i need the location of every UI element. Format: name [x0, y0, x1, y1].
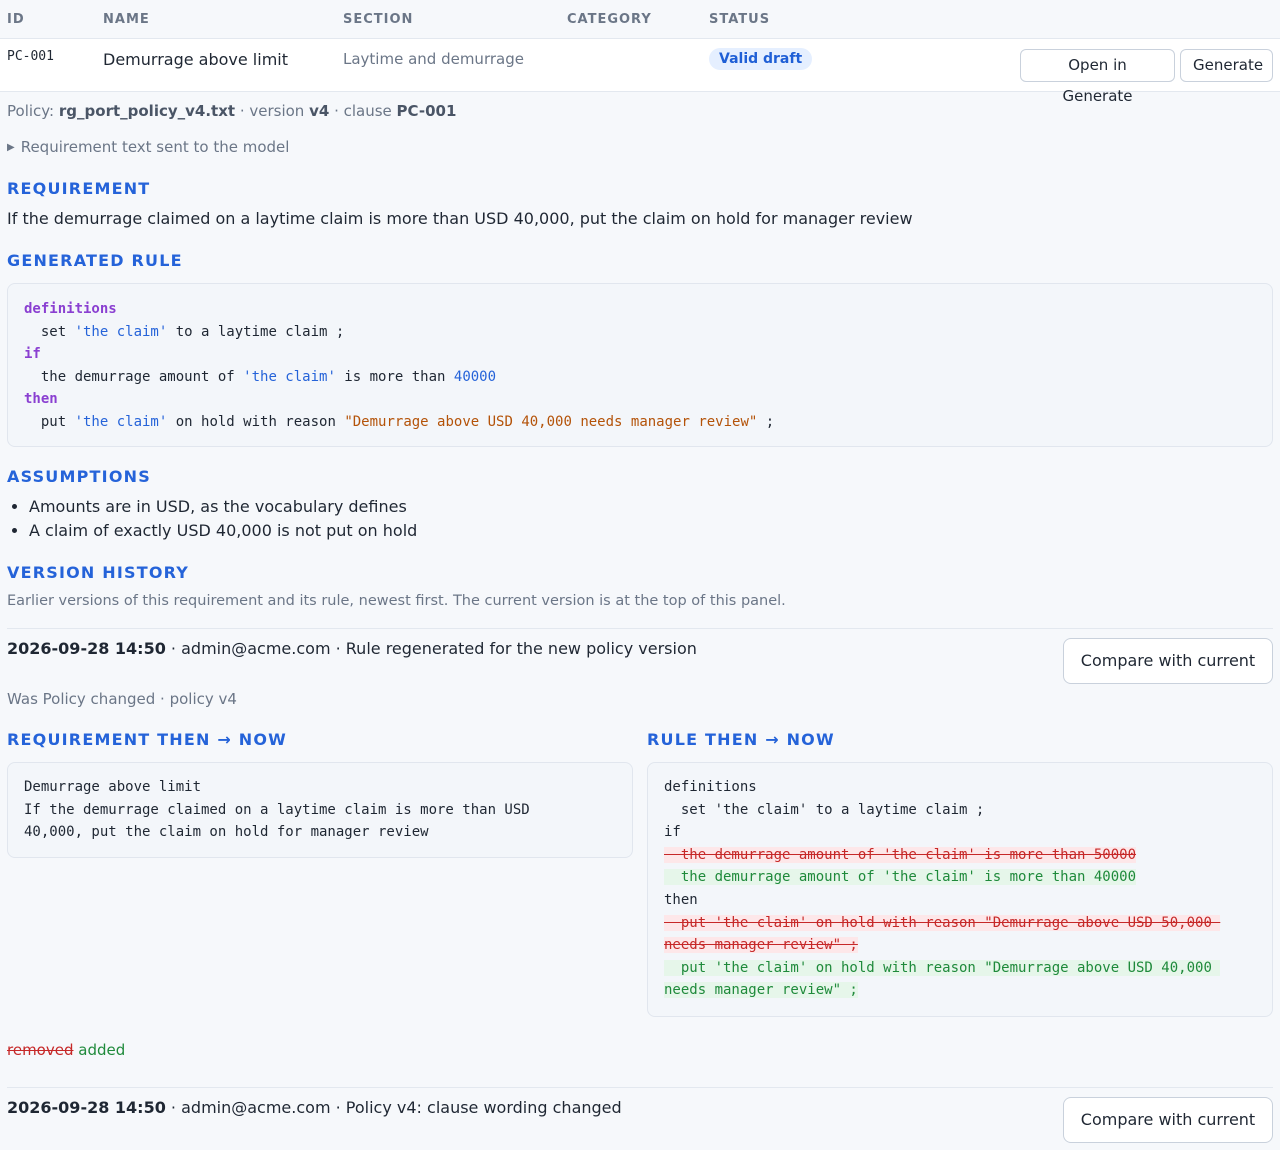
compare-with-current-button[interactable]: Compare with current — [1063, 638, 1273, 684]
policy-file: rg_port_policy_v4.txt — [58, 102, 236, 120]
header-category: CATEGORY — [567, 11, 652, 27]
row-name: Demurrage above limit — [103, 50, 288, 69]
diff-legend: removed added — [7, 1041, 125, 1059]
code-string: 'the claim' — [243, 368, 336, 385]
header-id: ID — [7, 11, 25, 27]
generate-button[interactable]: Generate — [1180, 49, 1273, 82]
assumptions-list: Amounts are in USD, as the vocabulary de… — [7, 495, 417, 542]
diff-context-line: then — [664, 891, 698, 908]
diff-added-line: put 'the claim' on hold with reason "Dem… — [664, 959, 1221, 976]
row-id: PC-001 — [7, 49, 54, 64]
entry-timestamp: 2026-09-28 14:50 — [7, 639, 166, 658]
clause-label: · clause — [329, 102, 397, 120]
header-status: STATUS — [709, 11, 771, 27]
table-row[interactable]: PC-001 Demurrage above limit Laytime and… — [0, 39, 1280, 105]
diff-removed-line: the demurrage amount of 'the claim' is m… — [664, 846, 1137, 863]
assumptions-heading: ASSUMPTIONS — [7, 467, 151, 486]
legend-added: added — [78, 1041, 126, 1059]
diff-context-line: definitions — [664, 779, 757, 795]
requirement-then-now-heading: REQUIREMENT THEN → NOW — [7, 730, 287, 749]
code-keyword: then — [24, 391, 58, 408]
row-section: Laytime and demurrage — [343, 50, 524, 68]
diff-removed-line: put 'the claim' on hold with reason "Dem… — [664, 914, 1221, 931]
list-item: A claim of exactly USD 40,000 is not put… — [29, 519, 417, 543]
requirement-text-disclosure[interactable]: ▶ Requirement text sent to the model — [7, 138, 289, 156]
code-text: on hold with reason — [167, 413, 345, 430]
entry-summary: · admin@acme.com · Policy v4: clause wor… — [165, 1098, 622, 1117]
code-string: 'the claim' — [74, 323, 168, 340]
code-number: 40000 — [453, 368, 497, 385]
header-section: SECTION — [343, 11, 414, 27]
divider — [7, 628, 1273, 629]
open-in-generate-button[interactable]: Open in Generate — [1020, 49, 1175, 105]
requirement-heading: REQUIREMENT — [7, 179, 151, 198]
disclosure-triangle-icon: ▶ — [7, 142, 15, 153]
diff-context-line: if — [664, 824, 681, 841]
disclosure-label: Requirement text sent to the model — [20, 138, 290, 156]
entry-timestamp: 2026-09-28 14:50 — [7, 1098, 166, 1117]
code-text: set — [24, 323, 75, 340]
entry-sub-meta: Was Policy changed · policy v4 — [7, 690, 237, 708]
code-string: 'the claim' — [74, 413, 168, 430]
history-entry-header: 2026-09-28 14:50 · admin@acme.com · Poli… — [7, 1098, 622, 1117]
code-text: ; — [757, 413, 775, 430]
code-text: the demurrage amount of — [24, 368, 244, 385]
policy-version: v4 — [309, 102, 330, 120]
list-item: Amounts are in USD, as the vocabulary de… — [29, 495, 417, 519]
rule-then-now-heading: RULE THEN → NOW — [647, 730, 835, 749]
version-history-heading: VERSION HISTORY — [7, 563, 190, 582]
code-literal: "Demurrage above USD 40,000 needs manage… — [344, 413, 758, 430]
requirement-then-box: Demurrage above limit If the demurrage c… — [7, 762, 633, 858]
compare-with-current-button[interactable]: Compare with current — [1063, 1097, 1273, 1143]
code-text: to a laytime claim ; — [167, 323, 345, 340]
header-name: NAME — [103, 11, 150, 27]
divider — [7, 1087, 1273, 1088]
diff-removed-line: needs manager review" ; — [664, 937, 858, 954]
diff-added-line: needs manager review" ; — [664, 982, 858, 999]
code-text: is more than — [335, 368, 454, 385]
policy-label: Policy: — [7, 102, 59, 120]
clause-id: PC-001 — [396, 102, 457, 120]
history-entry-header: 2026-09-28 14:50 · admin@acme.com · Rule… — [7, 639, 697, 658]
code-keyword: if — [24, 346, 41, 363]
table-header: ID NAME SECTION CATEGORY STATUS — [0, 0, 1280, 39]
policy-meta: Policy: rg_port_policy_v4.txt · version … — [7, 102, 456, 120]
legend-removed: removed — [7, 1041, 74, 1059]
version-history-description: Earlier versions of this requirement and… — [7, 593, 786, 609]
diff-context-line: set 'the claim' to a laytime claim ; — [664, 801, 985, 818]
rule-diff-box: definitions set 'the claim' to a laytime… — [647, 762, 1273, 1017]
status-badge: Valid draft — [709, 48, 813, 70]
code-text: put — [24, 413, 75, 430]
generated-rule-code: definitions set 'the claim' to a laytime… — [7, 283, 1273, 447]
code-keyword: definitions — [24, 301, 117, 317]
requirement-text: If the demurrage claimed on a laytime cl… — [7, 209, 913, 228]
entry-summary: · admin@acme.com · Rule regenerated for … — [165, 639, 697, 658]
diff-added-line: the demurrage amount of 'the claim' is m… — [664, 869, 1137, 886]
version-label: · version — [235, 102, 310, 120]
generated-rule-heading: GENERATED RULE — [7, 251, 183, 270]
